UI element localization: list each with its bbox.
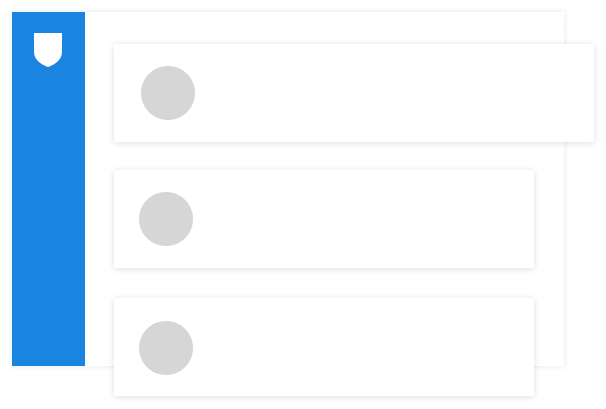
avatar <box>139 321 193 375</box>
shield-icon[interactable] <box>33 32 63 68</box>
app-stage <box>0 0 606 409</box>
sidebar <box>12 12 85 366</box>
avatar <box>139 192 193 246</box>
avatar <box>141 66 195 120</box>
list-item[interactable] <box>114 44 594 142</box>
list-item[interactable] <box>114 298 534 396</box>
list-item[interactable] <box>114 170 534 268</box>
